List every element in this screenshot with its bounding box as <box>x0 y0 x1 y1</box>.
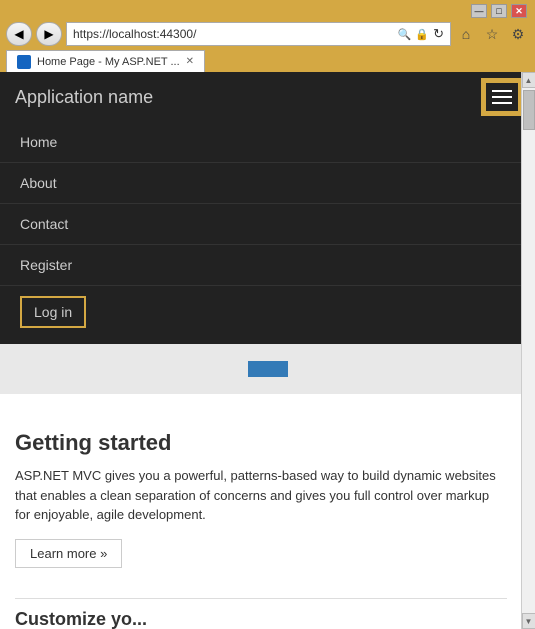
forward-button[interactable]: ▶ <box>36 22 62 46</box>
bottom-title-text: Customize yo... <box>15 609 147 629</box>
tab-favicon <box>17 55 31 69</box>
scroll-down-icon: ▼ <box>525 617 533 626</box>
nav-item-contact[interactable]: Contact <box>0 204 535 245</box>
address-text: https://localhost:44300/ <box>73 27 394 41</box>
search-icon: 🔍 <box>398 28 412 41</box>
scrollbar[interactable]: ▲ ▼ <box>521 72 535 629</box>
browser-tab[interactable]: Home Page - My ASP.NET ... ✕ <box>6 50 205 72</box>
home-icon: ⌂ <box>462 26 470 42</box>
scrollbar-thumb[interactable] <box>523 90 535 130</box>
page-body: Getting started ASP.NET MVC gives you a … <box>0 410 535 588</box>
scroll-down-button[interactable]: ▼ <box>522 613 535 629</box>
home-icon-button[interactable]: ⌂ <box>455 23 477 45</box>
hamburger-line-2 <box>492 96 512 98</box>
getting-started-title: Getting started <box>15 430 507 456</box>
page-wrapper: Application name Home About Contact Regi… <box>0 72 535 629</box>
scroll-up-icon: ▲ <box>525 76 533 85</box>
maximize-button[interactable]: □ <box>491 4 507 18</box>
hamburger-button[interactable] <box>484 81 520 113</box>
navbar-brand: Application name <box>15 87 153 108</box>
close-tab-icon[interactable]: ✕ <box>186 56 194 67</box>
login-wrapper: Log in <box>0 286 535 344</box>
favorites-button[interactable]: ☆ <box>481 23 503 45</box>
learn-more-button[interactable]: Learn more » <box>15 539 122 568</box>
tab-title: Home Page - My ASP.NET ... <box>37 56 180 68</box>
back-icon: ◀ <box>14 27 23 41</box>
getting-started-description: ASP.NET MVC gives you a powerful, patter… <box>15 466 507 525</box>
address-icons: 🔍 🔒 ↻ <box>398 26 444 42</box>
scroll-up-button[interactable]: ▲ <box>522 72 535 88</box>
address-bar[interactable]: https://localhost:44300/ 🔍 🔒 ↻ <box>66 22 451 46</box>
lock-icon: 🔒 <box>415 28 429 41</box>
forward-icon: ▶ <box>44 27 53 41</box>
star-icon: ☆ <box>486 26 499 43</box>
nav-item-about[interactable]: About <box>0 163 535 204</box>
minimize-button[interactable]: — <box>471 4 487 18</box>
bottom-section: Customize yo... <box>0 588 535 629</box>
nav-item-login[interactable]: Log in <box>20 296 86 328</box>
hero-button[interactable] <box>248 361 288 377</box>
title-bar: — □ ✕ <box>6 4 529 18</box>
hamburger-line-1 <box>492 90 512 92</box>
toolbar-icons: ⌂ ☆ ⚙ <box>455 23 529 45</box>
browser-chrome: — □ ✕ ◀ ▶ https://localhost:44300/ 🔍 🔒 ↻… <box>0 0 535 72</box>
refresh-icon: ↻ <box>433 26 444 42</box>
navbar: Application name <box>0 72 535 122</box>
close-button[interactable]: ✕ <box>511 4 527 18</box>
hero-section <box>0 344 535 394</box>
nav-item-home[interactable]: Home <box>0 122 535 163</box>
gear-icon: ⚙ <box>512 26 525 43</box>
back-button[interactable]: ◀ <box>6 22 32 46</box>
nav-item-register[interactable]: Register <box>0 245 535 286</box>
tab-bar: Home Page - My ASP.NET ... ✕ <box>6 50 529 72</box>
dropdown-menu: Home About Contact Register Log in <box>0 122 535 344</box>
settings-button[interactable]: ⚙ <box>507 23 529 45</box>
hamburger-line-3 <box>492 102 512 104</box>
address-bar-row: ◀ ▶ https://localhost:44300/ 🔍 🔒 ↻ ⌂ ☆ ⚙ <box>6 22 529 46</box>
